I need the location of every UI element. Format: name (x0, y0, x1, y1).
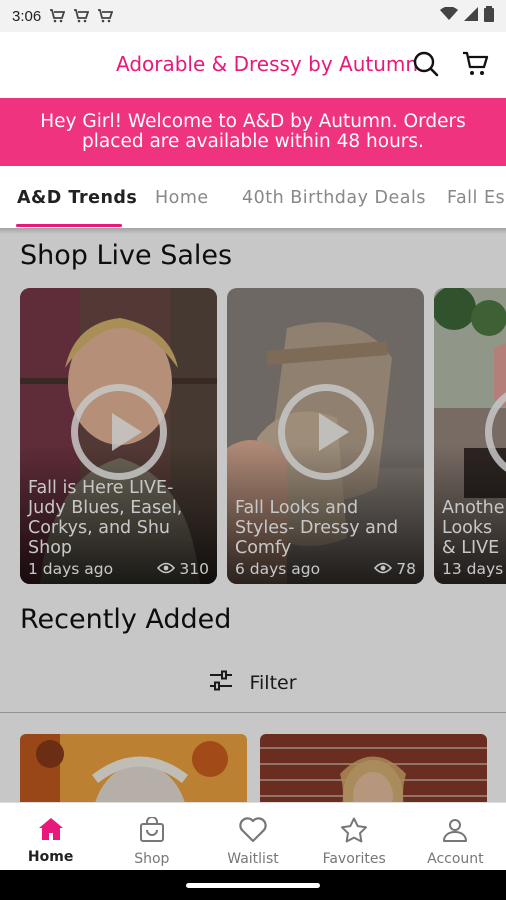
product-card-image[interactable] (20, 734, 247, 802)
notification-cart-icon (97, 9, 114, 23)
nav-waitlist[interactable]: Waitlist (202, 803, 303, 870)
signal-icon (464, 7, 478, 25)
bottom-navigation: Home Shop Waitlist Favorites Account (0, 802, 506, 870)
app-header: Adorable & Dressy by Autumn (0, 32, 506, 98)
live-video-card[interactable]: Another Looks & LIVE 13 days (434, 288, 506, 584)
nav-favorites[interactable]: Favorites (304, 803, 405, 870)
shopping-bag-icon (139, 816, 165, 847)
store-title: Adorable & Dressy by Autumn (116, 52, 419, 76)
video-title: Fall Looks and Styles- Dressy and Comfy (235, 498, 399, 558)
divider (0, 712, 506, 713)
recently-added-title: Recently Added (20, 604, 232, 635)
nav-shop[interactable]: Shop (101, 803, 202, 870)
view-count: 78 (396, 560, 416, 578)
live-video-card[interactable]: Fall is Here LIVE- Judy Blues, Easel, Co… (20, 288, 217, 584)
video-title: Fall is Here LIVE- Judy Blues, Easel, Co… (28, 478, 183, 558)
welcome-banner: Hey Girl! Welcome to A&D by Autumn. Orde… (0, 98, 506, 166)
nav-account-label: Account (427, 851, 484, 867)
eye-icon (374, 560, 393, 578)
notification-cart-icon (49, 9, 66, 23)
person-icon (442, 817, 468, 847)
tab-ad-trends[interactable]: A&D Trends (17, 188, 137, 208)
view-count: 310 (179, 560, 209, 578)
nav-favorites-label: Favorites (322, 851, 386, 867)
home-icon (38, 817, 64, 845)
active-tab-indicator (16, 224, 122, 227)
status-time: 3:06 (12, 7, 42, 25)
live-video-card[interactable]: Fall Looks and Styles- Dressy and Comfy … (227, 288, 424, 584)
filter-button[interactable]: Filter (0, 656, 506, 710)
heart-icon (239, 817, 267, 847)
video-age: 13 days (442, 560, 504, 578)
notification-cart-icon (73, 9, 90, 23)
nav-shop-label: Shop (134, 851, 170, 867)
tab-home[interactable]: Home (155, 188, 209, 208)
search-icon[interactable] (410, 48, 442, 80)
banner-line-2: placed are available within 48 hours. (82, 131, 424, 152)
main-content: Shop Live Sales Fall is Here LIVE- Judy … (0, 228, 506, 802)
battery-icon (484, 6, 494, 26)
video-age: 1 days ago (28, 560, 114, 578)
home-gesture-pill[interactable] (186, 883, 320, 888)
star-icon (340, 817, 368, 847)
nav-waitlist-label: Waitlist (227, 851, 279, 867)
shop-live-sales-title: Shop Live Sales (20, 240, 233, 271)
filter-sliders-icon (209, 670, 233, 697)
play-icon[interactable] (277, 384, 374, 480)
filter-label: Filter (249, 672, 297, 694)
category-tabs: A&D Trends Home 40th Birthday Deals Fall… (0, 166, 506, 228)
product-card-image[interactable] (260, 734, 487, 802)
eye-icon (157, 560, 176, 578)
cart-icon[interactable] (460, 48, 492, 80)
nav-home[interactable]: Home (0, 803, 101, 870)
system-navigation-bar (0, 870, 506, 900)
nav-account[interactable]: Account (405, 803, 506, 870)
tab-shadow (0, 228, 506, 234)
play-icon[interactable] (70, 384, 167, 480)
status-bar: 3:06 (0, 0, 506, 32)
nav-home-label: Home (27, 849, 74, 865)
tab-40th-birthday-deals[interactable]: 40th Birthday Deals (242, 188, 426, 208)
wifi-icon (440, 6, 458, 25)
banner-line-1: Hey Girl! Welcome to A&D by Autumn. Orde… (40, 111, 466, 132)
video-age: 6 days ago (235, 560, 321, 578)
video-title: Another Looks & LIVE (442, 498, 506, 558)
tab-fall[interactable]: Fall Es (447, 188, 505, 208)
